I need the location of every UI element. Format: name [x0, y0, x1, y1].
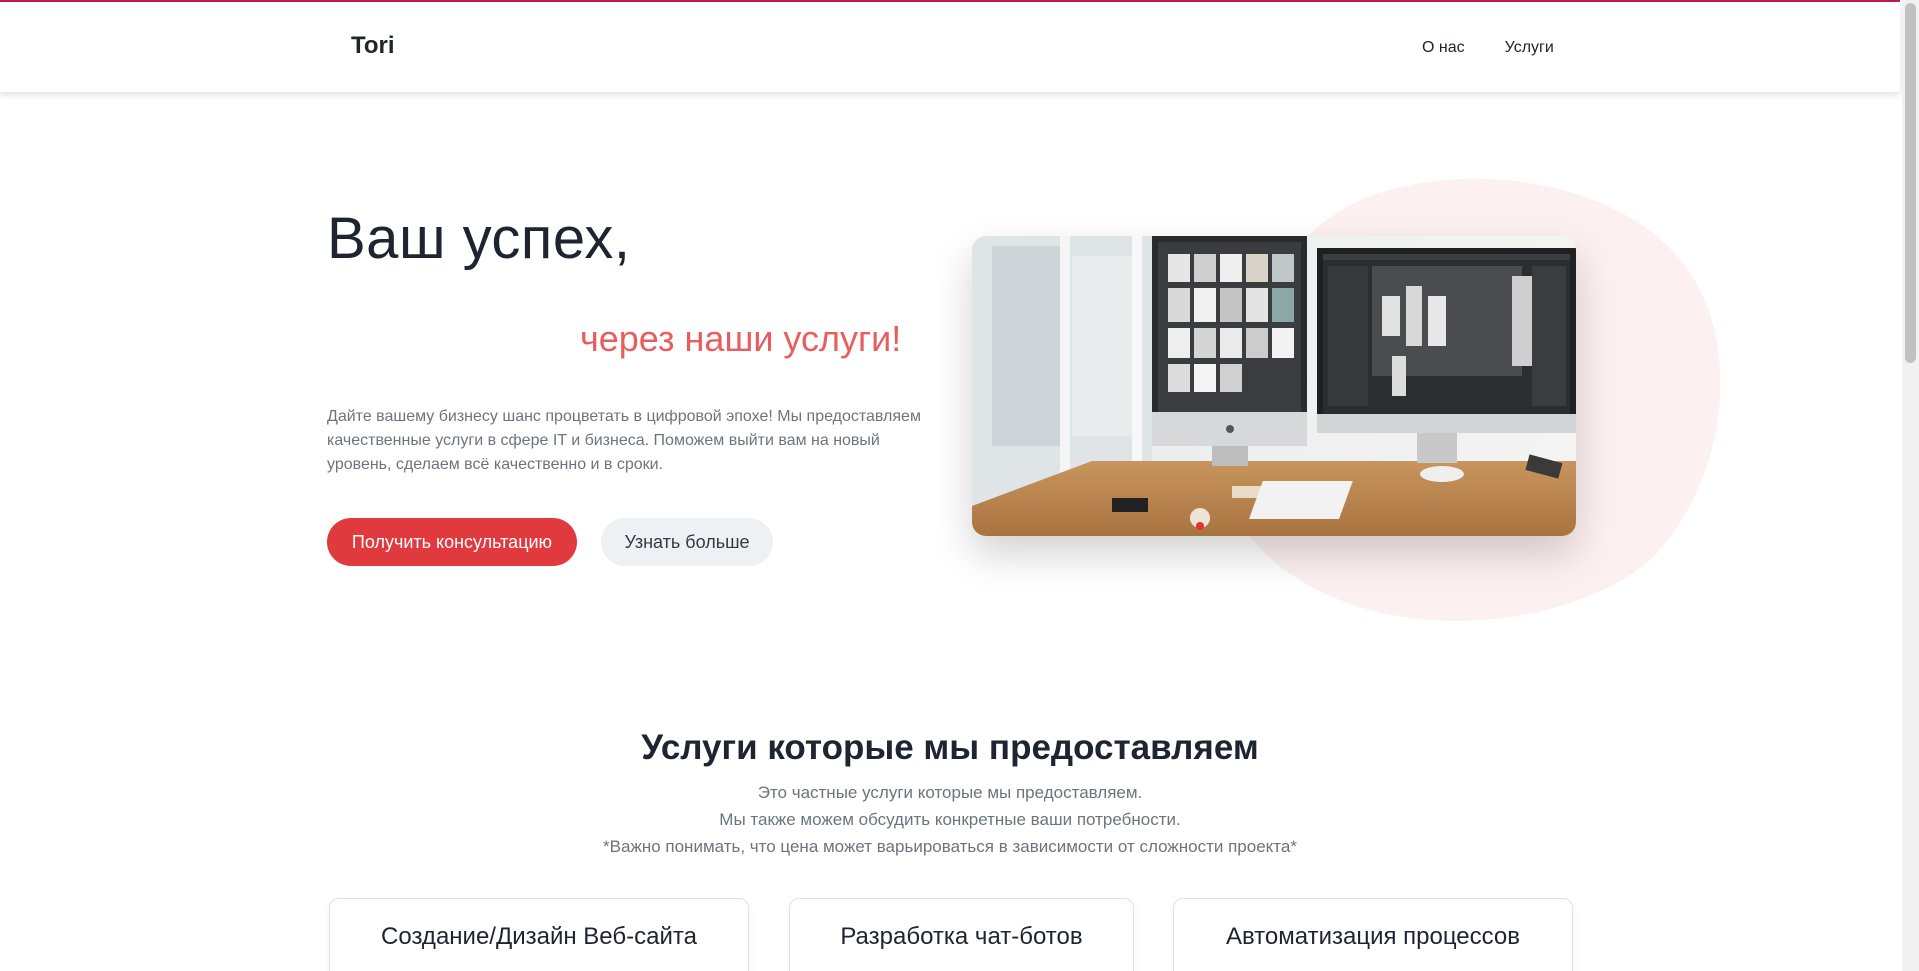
- service-card-title: Автоматизация процессов: [1225, 923, 1521, 950]
- services-title: Услуги которые мы предоставляем: [641, 728, 1259, 767]
- scrollbar-thumb[interactable]: [1905, 3, 1916, 363]
- service-card-title: Создание/Дизайн Веб-сайта: [381, 923, 697, 950]
- hero-description: Дайте вашему бизнесу шанс процветать в ц…: [327, 408, 921, 473]
- services-description: Это частные услуги которые мы предоставл…: [0, 779, 1900, 860]
- get-consultation-button[interactable]: Получить консультацию: [327, 518, 577, 566]
- hero-title: Ваш успех,: [327, 206, 631, 271]
- brand-logo[interactable]: Tori: [351, 32, 395, 60]
- services-line: *Важно понимать, что цена может варьиров…: [603, 837, 1297, 856]
- hero-image-workspace: [972, 236, 1576, 536]
- service-card-automation[interactable]: Автоматизация процессов: [1173, 898, 1573, 971]
- service-card-website[interactable]: Создание/Дизайн Веб-сайта: [329, 898, 749, 971]
- service-card-title: Разработка чат-ботов: [840, 923, 1083, 950]
- hero-subtitle: через наши услуги!: [580, 318, 902, 359]
- service-card-chatbots[interactable]: Разработка чат-ботов: [789, 898, 1134, 971]
- nav-links: О нас Услуги: [1422, 39, 1554, 57]
- services-line: Это частные услуги которые мы предоставл…: [757, 783, 1143, 802]
- nav-link-about[interactable]: О нас: [1422, 39, 1465, 57]
- services-line: Мы также можем обсудить конкретные ваши …: [719, 810, 1181, 829]
- page-scrollbar[interactable]: [1902, 0, 1919, 971]
- nav-link-services[interactable]: Услуги: [1505, 39, 1554, 57]
- navbar: Tori О нас Услуги: [0, 2, 1900, 93]
- learn-more-button[interactable]: Узнать больше: [601, 518, 773, 566]
- workspace-photo: [972, 236, 1576, 536]
